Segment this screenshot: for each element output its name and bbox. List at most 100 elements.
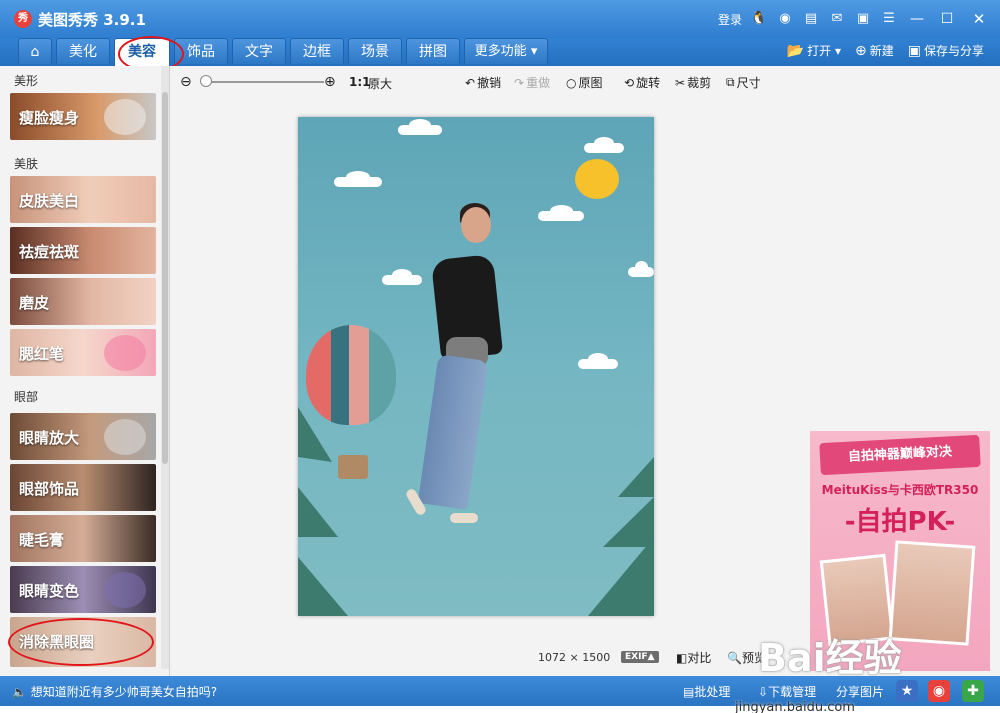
download-label: 下载管理: [768, 685, 817, 699]
undo-button[interactable]: ↶ 撤销: [465, 74, 501, 91]
chevron-down-icon: ▾: [530, 44, 538, 59]
download-manager-button[interactable]: ⇩下载管理: [758, 683, 816, 700]
batch-process-button[interactable]: ▤批处理: [683, 683, 730, 700]
star-icon[interactable]: ★: [896, 680, 918, 702]
share-image-button[interactable]: 分享图片: [836, 683, 884, 700]
rotate-icon: ⟲: [624, 75, 635, 90]
resize-button[interactable]: ⧉ 尺寸: [726, 74, 761, 91]
tool-slim-face[interactable]: 瘦脸瘦身: [10, 93, 156, 140]
circle-icon: ○: [566, 75, 577, 90]
skin-icon[interactable]: ▣: [854, 10, 872, 28]
photo-canvas[interactable]: [298, 117, 654, 616]
tool-enlarge-eyes[interactable]: 眼睛放大: [10, 413, 156, 460]
preview-icon: 🔍: [727, 651, 742, 665]
original-image-button[interactable]: ○ 原图: [566, 74, 603, 91]
tab-collage[interactable]: 拼图: [406, 38, 460, 64]
app-logo-icon: 秀: [14, 10, 32, 28]
ad-subtitle: MeituKiss与卡西欧TR350: [821, 483, 979, 497]
batch-label: 批处理: [694, 685, 731, 699]
notes-icon[interactable]: ▤: [802, 10, 820, 28]
scissors-icon: ✂: [675, 75, 686, 90]
eye-icon: [104, 572, 146, 608]
compare-button[interactable]: ◧对比: [676, 649, 711, 666]
crop-button[interactable]: ✂ 裁剪: [675, 74, 711, 91]
save-share-button[interactable]: ▣ 保存与分享: [908, 42, 984, 59]
left-panel-scroll-thumb[interactable]: [162, 92, 168, 464]
message-icon[interactable]: ✉: [828, 10, 846, 28]
tool-skin-whitening[interactable]: 皮肤美白: [10, 176, 156, 223]
tool-acne-removal[interactable]: 祛痘祛斑: [10, 227, 156, 274]
tab-home[interactable]: ⌂: [18, 38, 52, 64]
title-bar: 秀 美图秀秀 3.9.1 登录 🐧 ◉ ▤ ✉ ▣ ☰ — ☐ ✕: [0, 0, 1000, 38]
tool-label: 皮肤美白: [19, 192, 80, 210]
new-button[interactable]: ⊕ 新建: [855, 42, 894, 59]
open-button[interactable]: 📂 打开 ▾: [787, 42, 841, 59]
tab-beauty[interactable]: 美容: [114, 38, 170, 66]
tree-left-bottom: [298, 557, 348, 616]
status-message[interactable]: 🔈 想知道附近有多少帅哥美女自拍吗?: [12, 683, 217, 700]
tab-accessories[interactable]: 饰品: [174, 38, 228, 64]
ad-banner-title: 自拍神器巅峰对决: [819, 434, 981, 476]
tab-border[interactable]: 边框: [290, 38, 344, 64]
zoom-slider-handle[interactable]: [200, 75, 212, 87]
tree-left-top: [298, 407, 332, 462]
zoom-out-icon[interactable]: ⊖: [180, 74, 192, 90]
undo-label: 撤销: [477, 76, 502, 90]
tool-eye-color[interactable]: 眼睛变色: [10, 566, 156, 613]
person-head: [461, 207, 491, 243]
cloud-shape: [578, 353, 618, 369]
redo-button[interactable]: ↷ 重做: [514, 74, 550, 91]
zoom-slider[interactable]: [204, 81, 324, 83]
cloud-shape: [584, 137, 624, 153]
tab-beautify[interactable]: 美化: [56, 38, 110, 64]
download-icon: ⇩: [758, 685, 769, 699]
new-label: 新建: [869, 44, 894, 58]
scale-icon: [104, 99, 146, 135]
original-size-label[interactable]: 原大: [368, 75, 392, 92]
close-button[interactable]: ✕: [966, 9, 992, 29]
tool-blush-brush[interactable]: 腮红笔: [10, 329, 156, 376]
site-watermark: jingyan.baidu.com: [735, 700, 855, 713]
app-title: 美图秀秀 3.9.1: [38, 11, 146, 29]
crop-label: 裁剪: [687, 76, 712, 90]
maximize-button[interactable]: ☐: [936, 9, 958, 29]
tool-smooth-skin[interactable]: 磨皮: [10, 278, 156, 325]
tool-mascara[interactable]: 睫毛膏: [10, 515, 156, 562]
weibo-share-icon[interactable]: ◉: [928, 680, 950, 702]
tool-label: 睫毛膏: [19, 531, 65, 549]
tree-left-mid: [298, 487, 338, 537]
menu-icon[interactable]: ☰: [880, 10, 898, 28]
tool-label: 磨皮: [19, 294, 50, 312]
size-label: 尺寸: [736, 76, 761, 90]
person-figure: [404, 203, 504, 527]
cloud-shape: [538, 205, 584, 221]
weibo-icon[interactable]: ◉: [776, 10, 794, 28]
home-icon: ⌂: [30, 44, 40, 60]
original-label: 原图: [578, 76, 603, 90]
file-actions: 📂 打开 ▾ ⊕ 新建 ▣ 保存与分享: [787, 42, 984, 59]
tool-label: 眼部饰品: [19, 480, 80, 498]
status-message-text: 想知道附近有多少帅哥美女自拍吗?: [30, 685, 218, 699]
tab-text[interactable]: 文字: [232, 38, 286, 64]
rotate-button[interactable]: ⟲ 旋转: [624, 74, 660, 91]
image-width: 1072: [538, 651, 566, 664]
tool-label: 祛痘祛斑: [19, 243, 80, 261]
tool-eye-decoration[interactable]: 眼部饰品: [10, 464, 156, 511]
magnifier-icon: [104, 419, 146, 455]
zoom-in-icon[interactable]: ⊕: [324, 74, 336, 90]
qq-icon[interactable]: 🐧: [750, 10, 768, 28]
tool-label: 眼睛变色: [19, 582, 80, 600]
main-nav: ⌂ 美化 美容 饰品 文字 边框 场景 拼图 更多功能 ▾ 📂 打开 ▾ ⊕ 新建 …: [0, 38, 1000, 66]
login-link[interactable]: 登录: [718, 11, 742, 28]
rotate-label: 旋转: [636, 76, 661, 90]
person-shoe-right: [450, 513, 478, 523]
cloud-shape: [398, 119, 442, 135]
tool-remove-dark-circles[interactable]: 消除黑眼圈: [10, 617, 156, 667]
tab-more-features[interactable]: 更多功能 ▾: [464, 38, 548, 64]
speaker-icon: 🔈: [12, 685, 27, 699]
minimize-button[interactable]: —: [906, 9, 928, 29]
exif-button[interactable]: EXIF▲: [621, 651, 659, 663]
tab-scene[interactable]: 场景: [348, 38, 402, 64]
add-icon[interactable]: ✚: [962, 680, 984, 702]
compare-icon: ◧: [676, 651, 688, 665]
